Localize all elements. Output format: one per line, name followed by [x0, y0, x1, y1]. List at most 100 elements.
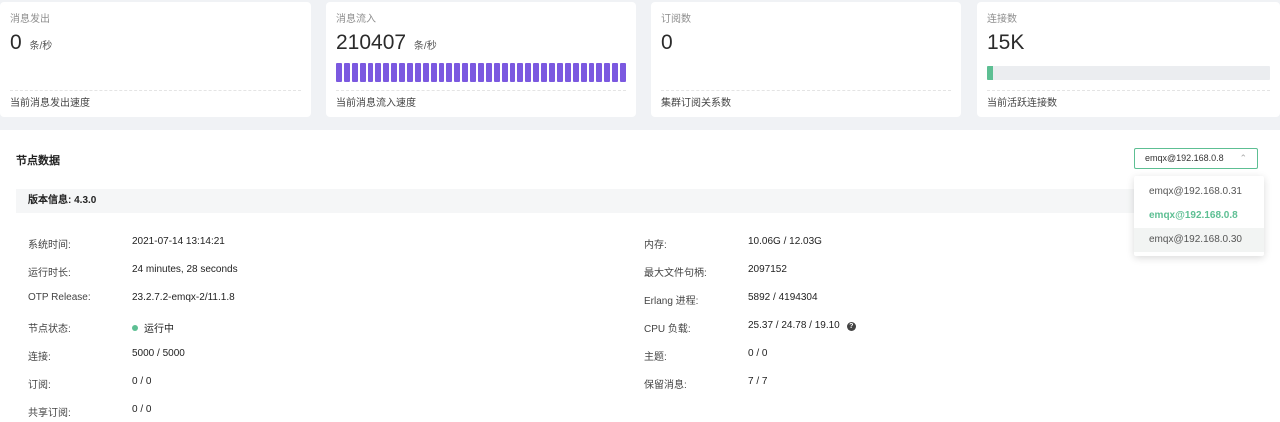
bar-segment — [343, 63, 350, 82]
bar-segment — [454, 63, 461, 82]
info-value: 0 / 0 — [748, 348, 768, 359]
node-data-panel: 节点数据 emqx@192.168.0.8 ⌃ emqx@192.168.0.3… — [0, 130, 1280, 422]
info-key: 系统时间: — [28, 240, 71, 251]
bar-segment — [564, 63, 571, 82]
bar-segment — [422, 63, 429, 82]
node-status-text: 运行中 — [144, 324, 174, 335]
connections-progress-bar — [987, 66, 1270, 80]
info-value: 0 / 0 — [132, 376, 152, 387]
dropdown-option[interactable]: emqx@192.168.0.31 — [1134, 180, 1264, 204]
bar-segment — [541, 63, 548, 82]
status-dot-icon — [132, 325, 138, 331]
info-key: 保留消息: — [644, 380, 687, 391]
dropdown-option[interactable]: emqx@192.168.0.30 — [1134, 228, 1264, 252]
info-value: 2021-07-14 13:14:21 — [132, 236, 225, 247]
bar-segment — [525, 63, 532, 82]
bar-segment — [367, 63, 374, 82]
version-info: 版本信息: 4.3.0 — [16, 189, 1264, 213]
bar-segment — [470, 63, 477, 82]
bar-segment — [375, 63, 382, 82]
bar-segment — [588, 63, 595, 82]
dropdown-option-selected[interactable]: emqx@192.168.0.8 — [1134, 204, 1264, 228]
card-value: 210407 条/秒 — [336, 30, 626, 56]
node-select-value: emqx@192.168.0.8 — [1145, 153, 1224, 163]
info-key: 内存: — [644, 240, 667, 251]
card-unit: 条/秒 — [413, 41, 437, 52]
metric-cards: 消息发出 0 条/秒 当前消息发出速度 消息流入 210407 条/秒 当前消息… — [0, 0, 1280, 118]
panel-title: 节点数据 — [16, 155, 60, 167]
card-foot: 集群订阅关系数 — [661, 98, 731, 109]
bar-segment — [478, 63, 484, 82]
card-value: 15K — [987, 30, 1270, 56]
card-divider — [336, 90, 626, 91]
info-value: 0 / 0 — [132, 404, 152, 415]
segment-bar — [336, 63, 626, 82]
bar-segment — [509, 63, 516, 82]
info-key: CPU 负载: — [644, 324, 691, 335]
card-messages-in: 消息流入 210407 条/秒 当前消息流入速度 — [326, 2, 636, 117]
bar-segment — [580, 63, 587, 82]
info-value: 10.06G / 12.03G — [748, 236, 822, 247]
card-foot: 当前活跃连接数 — [987, 98, 1057, 109]
card-value-number: 210407 — [336, 31, 407, 54]
info-value: 7 / 7 — [748, 376, 768, 387]
card-label: 连接数 — [987, 14, 1017, 25]
cpu-load-text: 25.37 / 24.78 / 19.10 — [748, 320, 840, 331]
bar-segment — [501, 63, 508, 82]
info-key: OTP Release: — [28, 292, 91, 303]
info-key: Erlang 进程: — [644, 296, 699, 307]
info-value: 23.2.7.2-emqx-2/11.1.8 — [132, 292, 235, 303]
card-value: 0 条/秒 — [10, 30, 301, 56]
card-value-number: 0 — [10, 31, 22, 54]
node-select[interactable]: emqx@192.168.0.8 ⌃ — [1134, 148, 1258, 169]
info-value: 25.37 / 24.78 / 19.10? — [748, 320, 856, 331]
card-foot: 当前消息流入速度 — [336, 98, 416, 109]
bar-segment — [572, 63, 579, 82]
bar-segment — [485, 63, 492, 82]
card-divider — [661, 90, 951, 91]
messages-in-bar-chart — [336, 63, 626, 82]
card-unit: 条/秒 — [29, 41, 53, 52]
info-key: 主题: — [644, 352, 667, 363]
info-key: 连接: — [28, 352, 51, 363]
info-value: 5892 / 4194304 — [748, 292, 818, 303]
bar-segment — [351, 63, 358, 82]
info-key: 订阅: — [28, 380, 51, 391]
info-key: 最大文件句柄: — [644, 268, 707, 279]
bar-segment — [391, 63, 398, 82]
bar-segment — [383, 63, 390, 82]
card-value: 0 — [661, 30, 951, 56]
bar-segment — [336, 63, 342, 82]
bar-segment — [620, 63, 626, 82]
bar-segment — [407, 63, 413, 82]
bar-segment — [462, 63, 469, 82]
bar-segment — [399, 63, 406, 82]
bar-segment — [414, 63, 421, 82]
info-value: 2097152 — [748, 264, 787, 275]
card-label: 消息流入 — [336, 14, 376, 25]
bar-segment — [533, 63, 540, 82]
connections-progress-area — [987, 63, 1270, 82]
info-key: 共享订阅: — [28, 408, 71, 419]
card-messages-out: 消息发出 0 条/秒 当前消息发出速度 — [0, 2, 311, 117]
bar-segment — [612, 63, 619, 82]
bar-segment — [556, 63, 563, 82]
bar-segment — [517, 63, 524, 82]
card-subscriptions: 订阅数 0 集群订阅关系数 — [651, 2, 961, 117]
bar-segment — [549, 63, 555, 82]
help-icon[interactable]: ? — [846, 322, 856, 331]
card-label: 订阅数 — [661, 14, 691, 25]
bar-segment — [446, 63, 453, 82]
card-connections: 连接数 15K 当前活跃连接数 — [977, 2, 1280, 117]
bar-segment — [430, 63, 437, 82]
card-divider — [10, 90, 301, 91]
info-value: 运行中 — [132, 320, 174, 335]
card-divider — [987, 90, 1270, 91]
bar-segment — [438, 63, 445, 82]
chevron-up-icon: ⌃ — [1239, 153, 1247, 163]
card-label: 消息发出 — [10, 14, 50, 25]
info-key: 节点状态: — [28, 324, 71, 335]
node-dropdown-menu: emqx@192.168.0.31 emqx@192.168.0.8 emqx@… — [1134, 176, 1264, 256]
info-key: 运行时长: — [28, 268, 71, 279]
card-foot: 当前消息发出速度 — [10, 98, 90, 109]
